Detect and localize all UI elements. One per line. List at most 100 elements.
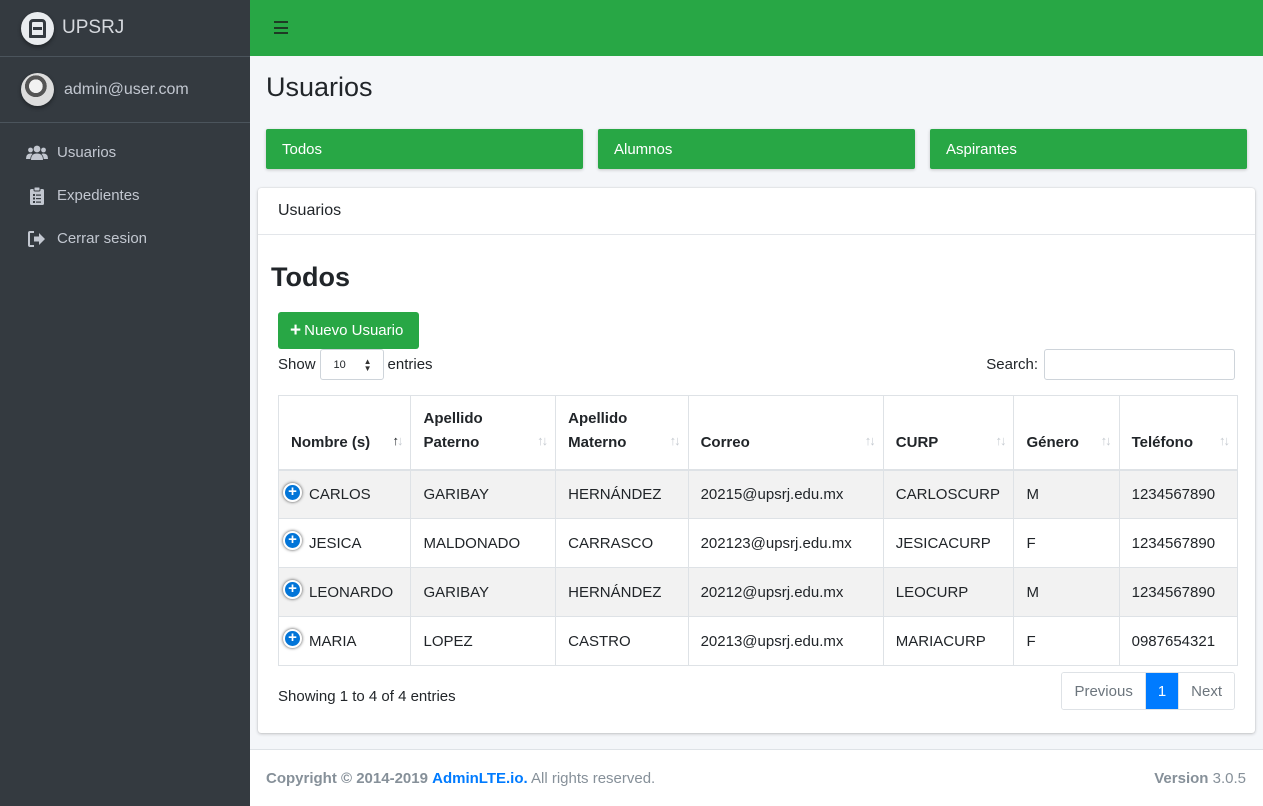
avatar: [21, 73, 54, 106]
user-panel: admin@user.com: [0, 57, 250, 123]
column-header-nombre[interactable]: Nombre (s) ↑↓: [277, 395, 412, 471]
card-header: Usuarios: [258, 188, 1255, 235]
table-cell: GARIBAY: [410, 567, 557, 617]
copyright-text: Copyright © 2014-2019: [266, 769, 428, 787]
table-cell: F: [1013, 616, 1120, 666]
sort-icon: ↑↓: [995, 432, 1006, 448]
table-cell: LOPEZ: [410, 616, 557, 666]
search-label: Search:: [986, 356, 1038, 373]
table-cell: 20212@upsrj.edu.mx: [687, 567, 884, 617]
footer: Copyright © 2014-2019 AdminLTE.io. All r…: [250, 749, 1263, 806]
table-header-row: Nombre (s) ↑↓ Apellido Paterno ↑↓ Apellido…: [277, 395, 1239, 471]
table-cell: 1234567890: [1118, 469, 1239, 519]
version-label: Version: [1154, 769, 1209, 787]
column-header-genero[interactable]: Género ↑↓: [1013, 395, 1120, 471]
users-icon: [26, 144, 48, 162]
search-input[interactable]: [1044, 349, 1235, 380]
table-cell: M: [1013, 469, 1120, 519]
table-cell: 0987654321: [1118, 616, 1239, 666]
pagination: Previous 1 Next: [1061, 672, 1235, 710]
sort-asc-icon: ↑↓: [392, 432, 403, 448]
new-user-label: Nuevo Usuario: [304, 322, 404, 339]
sidebar-item-cerrar-sesion[interactable]: Cerrar sesion: [0, 217, 250, 260]
pagination-next[interactable]: Next: [1178, 673, 1234, 709]
menu-toggle-icon[interactable]: [274, 21, 288, 34]
expand-row-icon[interactable]: +: [283, 629, 302, 648]
clipboard-icon: [26, 186, 48, 205]
sort-icon: ↑↓: [1219, 432, 1230, 448]
table-cell: M: [1013, 567, 1120, 617]
version-number: 3.0.5: [1212, 769, 1246, 787]
brand-name: UPSRJ: [62, 17, 125, 38]
filter-todos-button[interactable]: Todos: [266, 129, 583, 169]
sort-icon: ↑↓: [864, 432, 876, 448]
expand-row-icon[interactable]: +: [283, 482, 302, 502]
table-cell: HERNÁNDEZ: [555, 567, 689, 617]
table-cell: + JESICA: [277, 518, 412, 568]
sidebar-nav: Usuarios Expedientes Cerrar sesion: [0, 131, 250, 260]
select-arrows-icon: ▲ ▼: [363, 357, 372, 373]
column-header-telefono[interactable]: Teléfono ↑↓: [1118, 395, 1239, 471]
filter-aspirantes-button[interactable]: Aspirantes: [930, 129, 1247, 169]
table-cell: 20215@upsrj.edu.mx: [687, 469, 884, 519]
sidebar-item-expedientes[interactable]: Expedientes: [0, 174, 250, 217]
table-cell: F: [1013, 518, 1120, 568]
table-cell: MARIACURP: [882, 616, 1015, 666]
sort-icon: ↑↓: [537, 432, 548, 448]
users-card: Usuarios Todos + Nuevo Usuario Show 10 ▲…: [258, 188, 1255, 733]
table-cell: HERNÁNDEZ: [555, 469, 689, 519]
expand-row-icon[interactable]: +: [283, 531, 302, 550]
table-row: + LEONARDO GARIBAY HERNÁNDEZ 20212@upsrj.…: [277, 567, 1239, 617]
footer-copyright: Copyright © 2014-2019 AdminLTE.io. All r…: [266, 770, 655, 787]
expand-row-icon[interactable]: +: [283, 580, 302, 599]
table-cell: + LEONARDO: [277, 567, 412, 617]
sidebar: UPSRJ admin@user.com Usuarios Expediente…: [0, 0, 250, 806]
table-cell: + CARLOS: [277, 469, 412, 519]
sidebar-item-label: Cerrar sesion: [57, 230, 148, 247]
table-cell: 1234567890: [1118, 567, 1239, 617]
sign-out-icon: [26, 230, 48, 248]
sort-icon: ↑↓: [1100, 432, 1112, 448]
table-cell: + MARIA: [277, 616, 412, 666]
page-length-value: 10: [333, 358, 346, 371]
sidebar-item-usuarios[interactable]: Usuarios: [0, 131, 250, 174]
column-header-apellido-paterno[interactable]: Apellido Paterno ↑↓: [410, 395, 557, 471]
table-cell: 20213@upsrj.edu.mx: [687, 616, 884, 666]
page-length-control: Show 10 ▲ ▼ entries: [278, 349, 433, 380]
column-header-apellido-materno[interactable]: Apellido Materno ↑↓: [555, 395, 689, 471]
show-label: Show: [278, 356, 316, 373]
table-cell: CASTRO: [555, 616, 689, 666]
table-cell: CARLOSCURP: [882, 469, 1015, 519]
footer-version: Version 3.0.5: [1154, 770, 1246, 787]
pagination-page-1[interactable]: 1: [1144, 673, 1179, 709]
table-row: + MARIA LOPEZ CASTRO 20213@upsrj.edu.mx M…: [277, 616, 1239, 666]
users-table: Nombre (s) ↑↓ Apellido Paterno ↑↓ Apellido…: [277, 395, 1239, 666]
new-user-button[interactable]: + Nuevo Usuario: [278, 312, 419, 349]
top-navbar: [250, 0, 1263, 56]
table-cell: 202123@upsrj.edu.mx: [687, 518, 884, 568]
filter-alumnos-button[interactable]: Alumnos: [598, 129, 915, 169]
brand-logo: [21, 11, 54, 45]
table-cell: GARIBAY: [410, 469, 557, 519]
table-cell: CARRASCO: [555, 518, 689, 568]
sidebar-item-label: Usuarios: [57, 144, 117, 161]
adminlte-link[interactable]: AdminLTE.io.: [432, 770, 528, 787]
pagination-previous[interactable]: Previous: [1062, 673, 1145, 709]
brand-link[interactable]: UPSRJ: [0, 0, 250, 57]
user-email[interactable]: admin@user.com: [64, 81, 189, 99]
sort-icon: ↑↓: [669, 432, 681, 448]
plus-icon: +: [290, 320, 302, 341]
table-row: + CARLOS GARIBAY HERNÁNDEZ 20215@upsrj.ed…: [277, 469, 1239, 519]
table-info: Showing 1 to 4 of 4 entries: [278, 688, 456, 705]
search-control: Search:: [986, 349, 1235, 380]
column-header-correo[interactable]: Correo ↑↓: [687, 395, 884, 471]
table-cell: MALDONADO: [410, 518, 557, 568]
column-header-curp[interactable]: CURP ↑↓: [882, 395, 1015, 471]
section-title: Todos: [271, 262, 350, 292]
entries-label: entries: [387, 356, 433, 373]
page-title: Usuarios: [266, 72, 373, 102]
table-cell: JESICACURP: [882, 518, 1015, 568]
sidebar-item-label: Expedientes: [57, 187, 140, 204]
table-row: + JESICA MALDONADO CARRASCO 202123@upsrj.…: [277, 518, 1239, 568]
page-length-select[interactable]: 10 ▲ ▼: [319, 349, 384, 380]
